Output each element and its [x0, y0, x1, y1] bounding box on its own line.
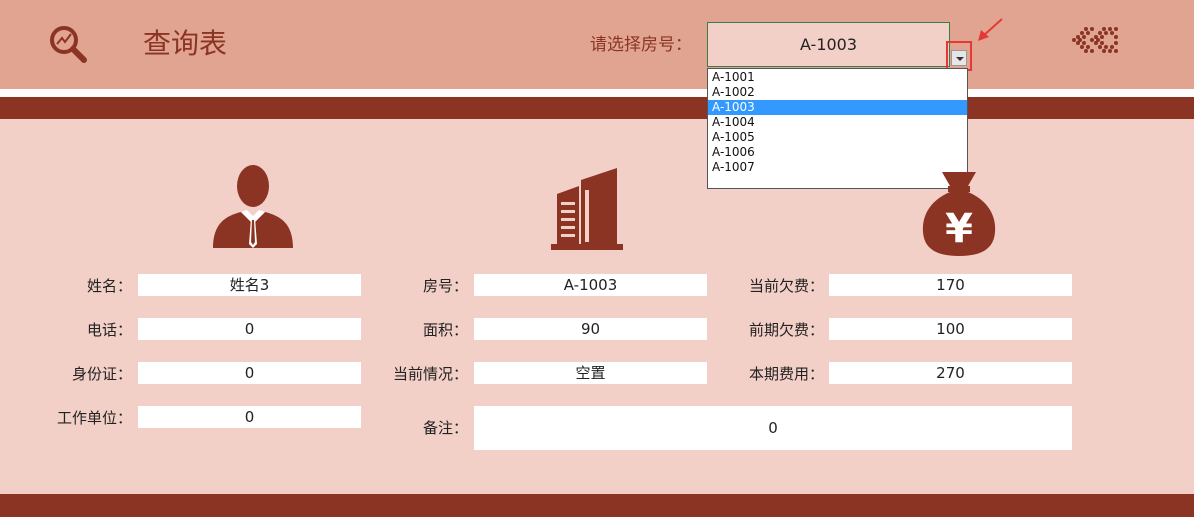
search-icon[interactable]	[48, 24, 88, 64]
id-card-field[interactable]: 0	[138, 362, 361, 384]
status-label: 当前情况：	[392, 365, 468, 383]
bottom-band	[0, 494, 1194, 517]
id-card-label: 身份证：	[71, 365, 132, 383]
name-label: 姓名：	[86, 277, 132, 295]
dropdown-option[interactable]: A-1001	[708, 70, 967, 85]
dropdown-option[interactable]: A-1004	[708, 115, 967, 130]
previous-owed-label: 前期欠费：	[748, 321, 824, 339]
room-select-label: 请选择房号：	[590, 35, 692, 55]
building-icon	[551, 168, 623, 250]
dropdown-option-selected[interactable]: A-1003	[708, 100, 967, 115]
header-divider	[0, 89, 1194, 97]
phone-field[interactable]: 0	[138, 318, 361, 340]
dropdown-option[interactable]: A-1002	[708, 85, 967, 100]
work-unit-label: 工作单位：	[56, 409, 132, 427]
name-field[interactable]: 姓名3	[138, 274, 361, 296]
back-arrows-icon[interactable]	[1072, 26, 1120, 54]
yen-symbol: ¥	[945, 206, 973, 252]
room-select[interactable]: A-1003	[707, 22, 950, 67]
person-icon	[213, 165, 293, 248]
page-title: 查询表	[143, 27, 228, 60]
annotation-arrow-icon	[978, 18, 1003, 41]
note-field[interactable]: 0	[474, 406, 1072, 450]
area-field[interactable]: 90	[474, 318, 707, 340]
status-field[interactable]: 空置	[474, 362, 707, 384]
dropdown-option[interactable]: A-1005	[708, 130, 967, 145]
previous-owed-field[interactable]: 100	[829, 318, 1072, 340]
note-label: 备注：	[422, 419, 468, 437]
current-owed-field[interactable]: 170	[829, 274, 1072, 296]
dropdown-option[interactable]: A-1006	[708, 145, 967, 160]
money-bag-icon: ¥	[922, 172, 996, 256]
this-period-fee-field[interactable]: 270	[829, 362, 1072, 384]
current-owed-label: 当前欠费：	[748, 277, 824, 295]
area-label: 面积：	[422, 321, 468, 339]
top-band	[0, 97, 1194, 119]
phone-label: 电话：	[86, 321, 132, 339]
work-unit-field[interactable]: 0	[138, 406, 361, 428]
room-label: 房号：	[422, 277, 468, 295]
this-period-fee-label: 本期费用：	[748, 365, 824, 383]
room-field[interactable]: A-1003	[474, 274, 707, 296]
annotation-highlight-box	[946, 41, 972, 71]
